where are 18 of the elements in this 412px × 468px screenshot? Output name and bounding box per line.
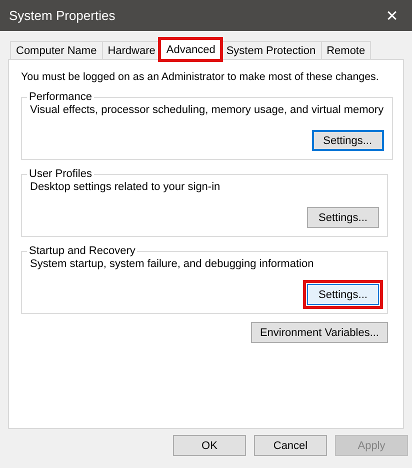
group-description: Visual effects, processor scheduling, memory usage, and virtual memory: [30, 104, 384, 116]
window-title: System Properties: [9, 8, 116, 23]
group-title: User Profiles: [28, 168, 93, 180]
tab[interactable]: Advanced: [160, 39, 222, 60]
group-description: Desktop settings related to your sign-in: [30, 181, 222, 193]
tab[interactable]: System Protection: [220, 41, 322, 59]
group-title: Startup and Recovery: [28, 245, 136, 257]
settings-button[interactable]: Settings...: [307, 207, 379, 228]
tab[interactable]: Remote: [320, 41, 372, 59]
dialog-button[interactable]: Cancel: [254, 435, 327, 456]
tab[interactable]: Computer Name: [10, 41, 103, 59]
environment-variables-button[interactable]: Environment Variables...: [250, 322, 388, 343]
settings-button[interactable]: Settings...: [312, 130, 384, 151]
notice-text: You must be logged on as an Administrator to make most of these changes.: [21, 71, 380, 83]
close-button[interactable]: ✕: [372, 0, 412, 31]
dialog-button[interactable]: OK: [173, 435, 246, 456]
group-description: System startup, system failure, and debugging information: [30, 258, 315, 270]
group-title: Performance: [28, 91, 93, 103]
